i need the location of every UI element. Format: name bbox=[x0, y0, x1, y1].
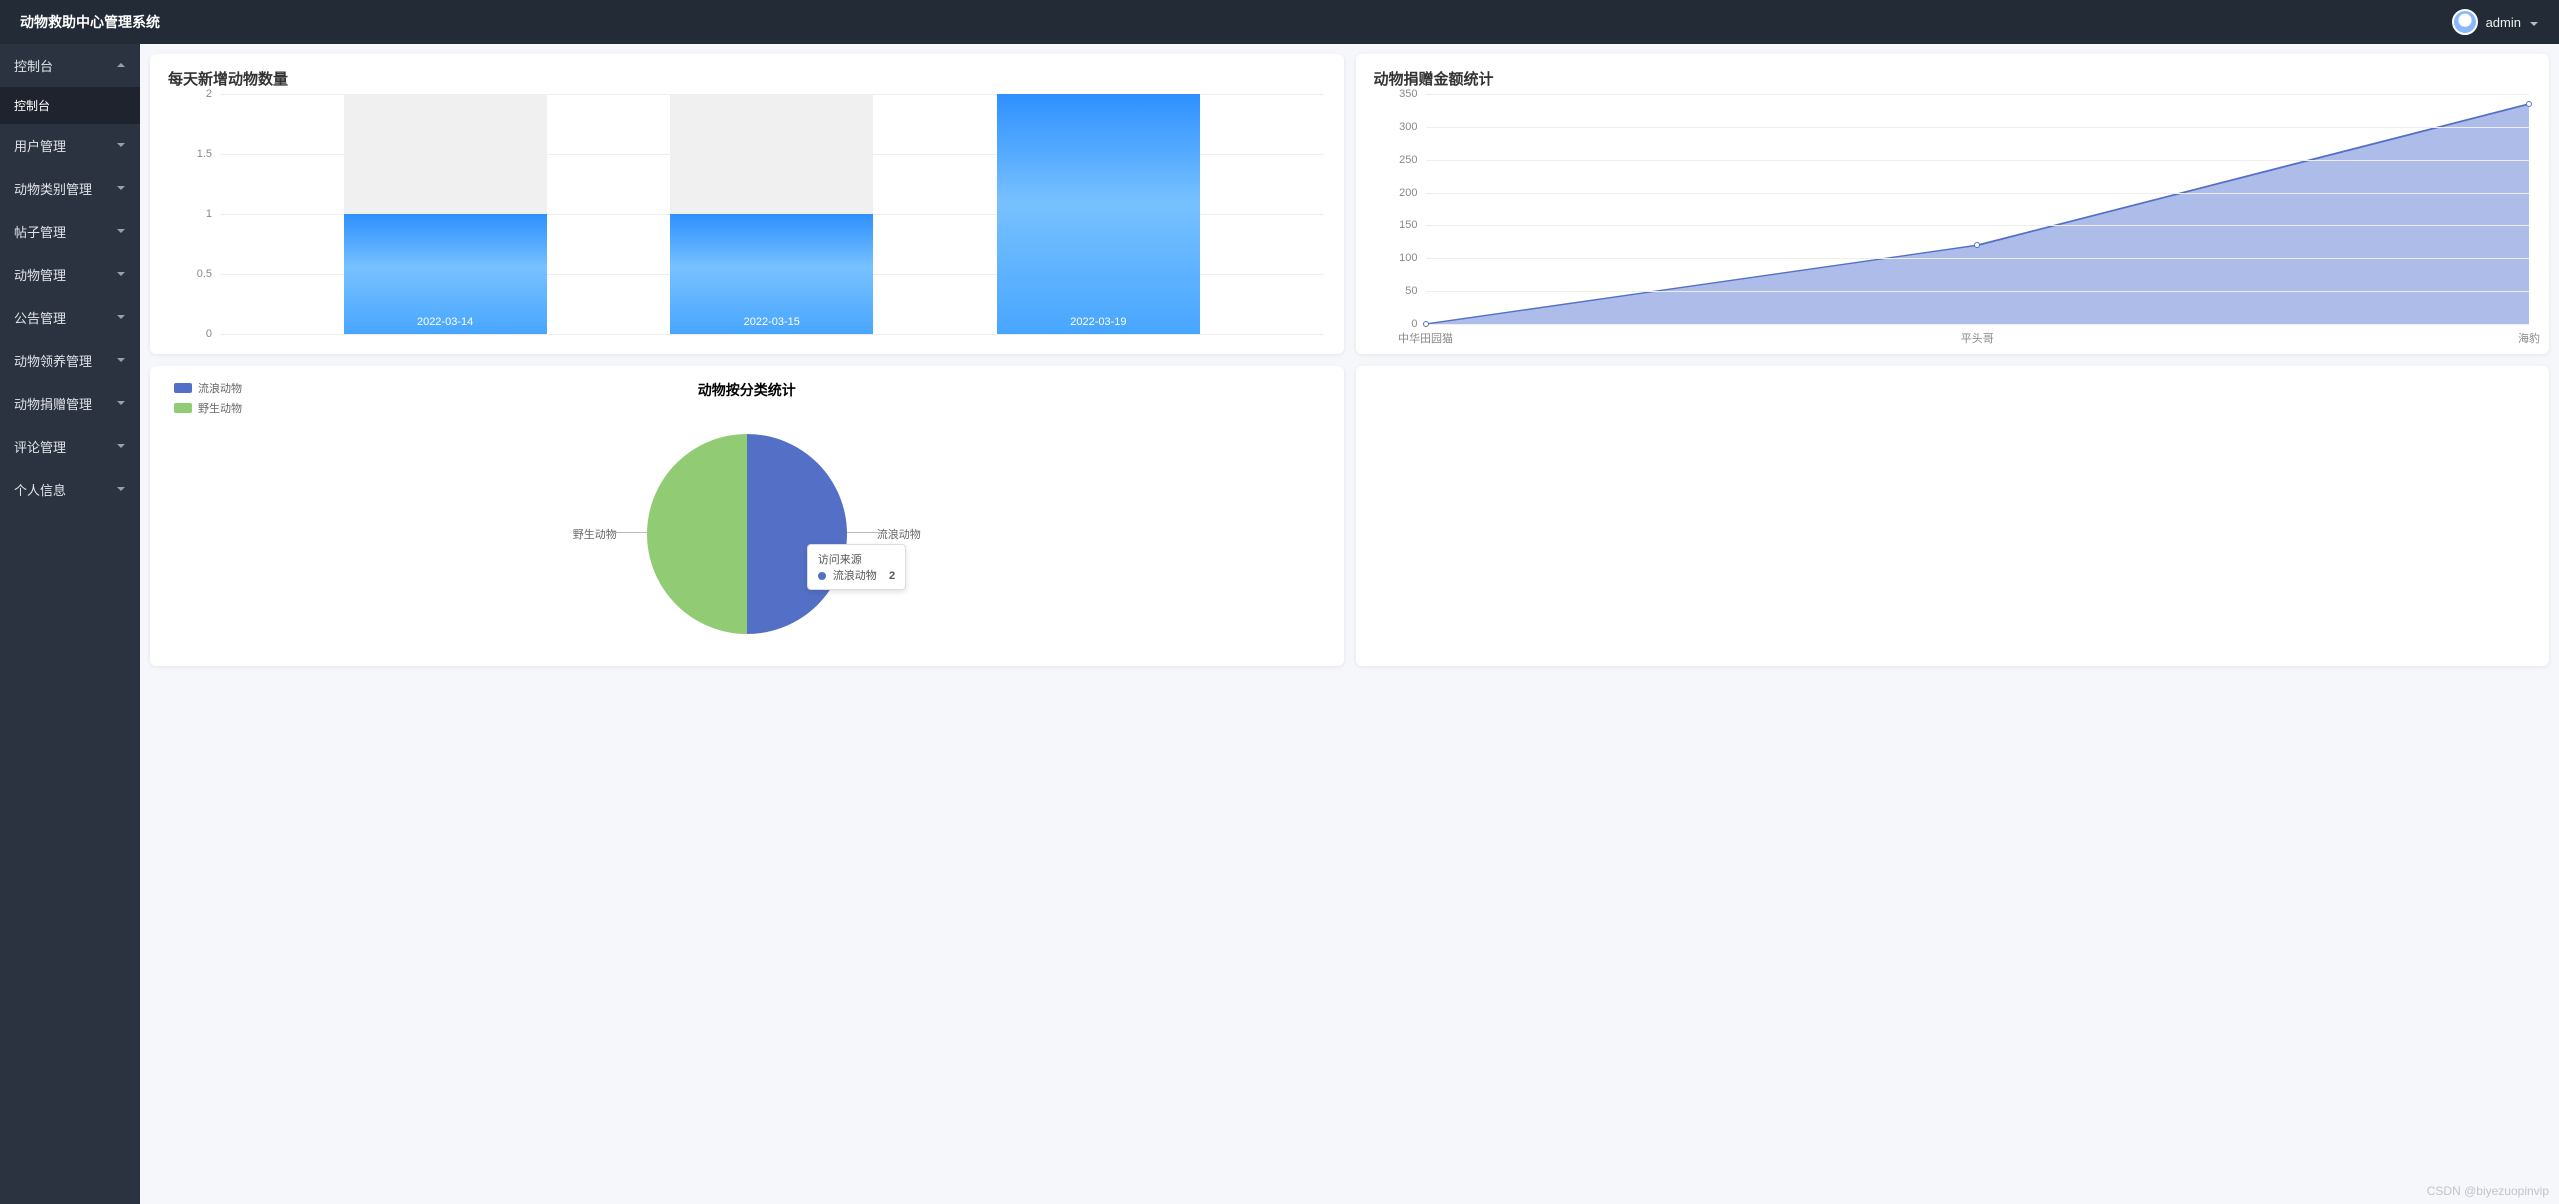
sidebar-item-animals[interactable]: 动物管理 bbox=[0, 253, 140, 296]
username: admin bbox=[2486, 15, 2521, 30]
card-empty bbox=[1356, 366, 2550, 666]
sidebar: 控制台 控制台 用户管理 动物类别管理 帖子管理 动物管理 公告管理 动物领养管… bbox=[0, 44, 140, 1204]
sidebar-subitem-dashboard[interactable]: 控制台 bbox=[0, 87, 140, 124]
legend-label: 流浪动物 bbox=[198, 380, 242, 396]
sidebar-item-dashboard[interactable]: 控制台 bbox=[0, 44, 140, 87]
axis-tick-label: 0 bbox=[1411, 318, 1417, 330]
chevron-down-icon bbox=[116, 439, 126, 454]
chevron-down-icon bbox=[116, 396, 126, 411]
chevron-up-icon bbox=[116, 58, 126, 73]
app-title: 动物救助中心管理系统 bbox=[20, 12, 160, 32]
user-menu[interactable]: admin bbox=[2452, 9, 2539, 35]
chevron-down-icon bbox=[2529, 17, 2539, 27]
axis-tick-label: 0 bbox=[206, 328, 212, 340]
sidebar-item-label: 评论管理 bbox=[14, 437, 66, 456]
sidebar-item-posts[interactable]: 帖子管理 bbox=[0, 210, 140, 253]
tooltip-value: 2 bbox=[889, 570, 895, 582]
watermark: CSDN @biyezuopinvip bbox=[2427, 1184, 2549, 1198]
axis-tick-label: 2022-03-14 bbox=[344, 316, 547, 328]
sidebar-item-comments[interactable]: 评论管理 bbox=[0, 425, 140, 468]
sidebar-item-label: 公告管理 bbox=[14, 308, 66, 327]
sidebar-item-users[interactable]: 用户管理 bbox=[0, 124, 140, 167]
chevron-down-icon bbox=[116, 482, 126, 497]
tooltip-dot-icon bbox=[818, 572, 826, 580]
axis-tick-label: 1.5 bbox=[197, 148, 212, 160]
chevron-down-icon bbox=[116, 267, 126, 282]
sidebar-item-label: 帖子管理 bbox=[14, 222, 66, 241]
chevron-down-icon bbox=[116, 138, 126, 153]
pie-slice-label-left: 野生动物 bbox=[573, 526, 617, 542]
chevron-down-icon bbox=[116, 353, 126, 368]
bar[interactable] bbox=[997, 94, 1200, 334]
axis-tick-label: 平头哥 bbox=[1961, 330, 1994, 346]
pie-leader-line bbox=[613, 532, 647, 533]
sidebar-item-adopt[interactable]: 动物领养管理 bbox=[0, 339, 140, 382]
pie-chart[interactable] bbox=[647, 434, 847, 634]
tooltip-title: 访问来源 bbox=[818, 551, 895, 567]
axis-tick-label: 200 bbox=[1399, 187, 1417, 199]
sidebar-item-donate[interactable]: 动物捐赠管理 bbox=[0, 382, 140, 425]
sidebar-item-label: 动物领养管理 bbox=[14, 351, 92, 370]
axis-tick-label: 1 bbox=[206, 208, 212, 220]
bar-chart[interactable]: 00.511.522022-03-142022-03-152022-03-19 bbox=[220, 94, 1324, 334]
area-chart[interactable]: 050100150200250300350中华田园猫平头哥海豹 bbox=[1426, 94, 2530, 324]
legend-item-wild[interactable]: 野生动物 bbox=[174, 400, 242, 416]
pie-legend: 流浪动物 野生动物 bbox=[174, 380, 242, 420]
card-pie-chart: 流浪动物 野生动物 动物按分类统计 流浪动物 野生动物 访问来源 流浪动物 bbox=[150, 366, 1344, 666]
topbar: 动物救助中心管理系统 admin bbox=[0, 0, 2559, 44]
sidebar-item-label: 控制台 bbox=[14, 99, 50, 113]
axis-tick-label: 250 bbox=[1399, 154, 1417, 166]
content-area: 每天新增动物数量 00.511.522022-03-142022-03-1520… bbox=[140, 44, 2559, 1204]
sidebar-item-notice[interactable]: 公告管理 bbox=[0, 296, 140, 339]
sidebar-item-animal-category[interactable]: 动物类别管理 bbox=[0, 167, 140, 210]
chevron-down-icon bbox=[116, 224, 126, 239]
axis-tick-label: 2 bbox=[206, 88, 212, 100]
axis-tick-label: 150 bbox=[1399, 219, 1417, 231]
axis-tick-label: 2022-03-15 bbox=[670, 316, 873, 328]
axis-tick-label: 中华田园猫 bbox=[1398, 330, 1453, 346]
sidebar-item-profile[interactable]: 个人信息 bbox=[0, 468, 140, 511]
data-point[interactable] bbox=[2526, 101, 2532, 107]
data-point[interactable] bbox=[1974, 242, 1980, 248]
legend-swatch bbox=[174, 383, 192, 393]
sidebar-item-label: 动物类别管理 bbox=[14, 179, 92, 198]
sidebar-item-label: 动物管理 bbox=[14, 265, 66, 284]
card-title: 动物捐赠金额统计 bbox=[1374, 68, 2532, 89]
card-title: 每天新增动物数量 bbox=[168, 68, 1326, 89]
axis-tick-label: 350 bbox=[1399, 88, 1417, 100]
chevron-down-icon bbox=[116, 310, 126, 325]
avatar bbox=[2452, 9, 2478, 35]
chevron-down-icon bbox=[116, 181, 126, 196]
card-bar-chart: 每天新增动物数量 0 0.5 1 1.5 2 2022-03-14 2022-03-15 20… bbox=[150, 54, 1344, 354]
axis-tick-label: 100 bbox=[1399, 252, 1417, 264]
legend-item-stray[interactable]: 流浪动物 bbox=[174, 380, 242, 396]
axis-tick-label: 海豹 bbox=[2518, 330, 2540, 346]
tooltip-series: 流浪动物 bbox=[833, 570, 877, 582]
pie-slice-label-right: 流浪动物 bbox=[877, 526, 921, 542]
pie-leader-line bbox=[847, 532, 881, 533]
legend-swatch bbox=[174, 403, 192, 413]
pie-title: 动物按分类统计 bbox=[698, 380, 796, 400]
legend-label: 野生动物 bbox=[198, 400, 242, 416]
axis-tick-label: 0.5 bbox=[197, 268, 212, 280]
card-area-chart: 动物捐赠金额统计 050100150200250300350中华田园猫平头哥海豹 bbox=[1356, 54, 2550, 354]
data-point[interactable] bbox=[1423, 321, 1429, 327]
sidebar-item-label: 动物捐赠管理 bbox=[14, 394, 92, 413]
axis-tick-label: 2022-03-19 bbox=[997, 316, 1200, 328]
sidebar-item-label: 个人信息 bbox=[14, 480, 66, 499]
pie-tooltip: 访问来源 流浪动物 2 bbox=[807, 544, 906, 590]
sidebar-item-label: 用户管理 bbox=[14, 136, 66, 155]
axis-tick-label: 300 bbox=[1399, 121, 1417, 133]
sidebar-item-label: 控制台 bbox=[14, 56, 53, 75]
axis-tick-label: 50 bbox=[1405, 285, 1417, 297]
